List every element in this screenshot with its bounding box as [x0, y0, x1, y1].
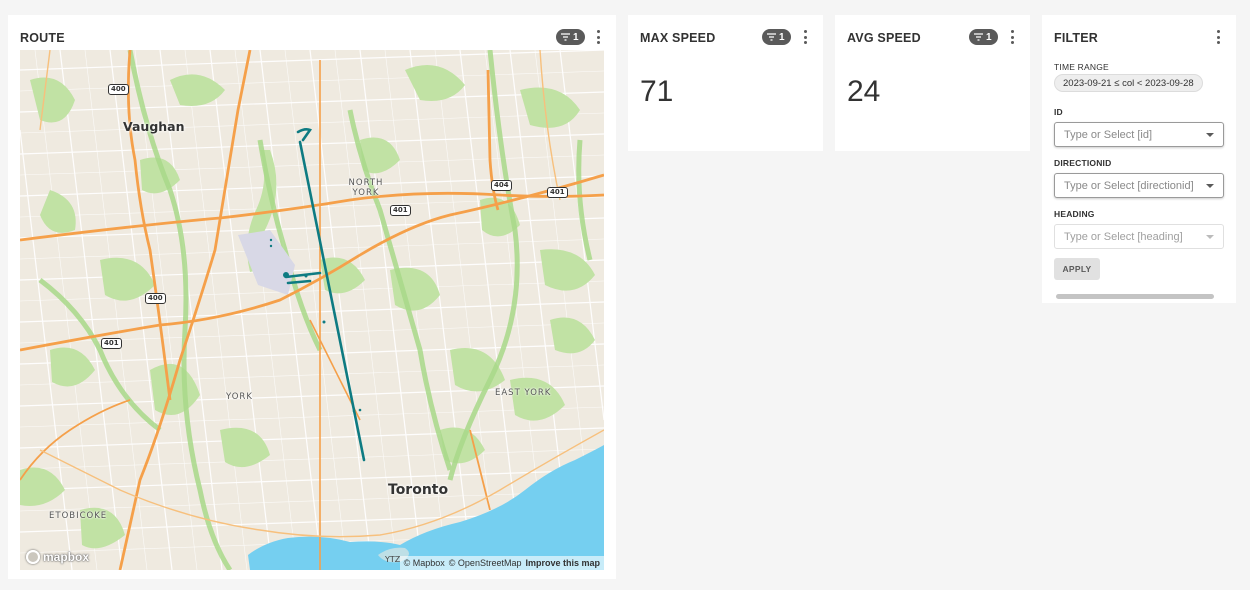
max-speed-title: MAX SPEED: [640, 31, 716, 45]
id-select[interactable]: Type or Select [id]: [1054, 122, 1224, 147]
more-menu-icon[interactable]: [594, 30, 602, 44]
mapbox-logo-icon: [26, 550, 40, 564]
filter-badge[interactable]: 1: [556, 29, 585, 45]
highway-shield-400: 400: [108, 84, 129, 95]
place-label-york: YORK: [226, 392, 253, 402]
directionid-select-placeholder: Type or Select [directionid]: [1064, 179, 1194, 192]
route-card-title: ROUTE: [20, 31, 65, 45]
filter-count: 1: [779, 31, 785, 43]
place-label-east-york: EAST YORK: [495, 388, 552, 398]
map-attribution: © Mapbox © OpenStreetMap Improve this ma…: [399, 556, 604, 570]
place-label-etobicoke: ETOBICOKE: [49, 511, 108, 521]
filter-icon: [767, 33, 776, 41]
id-label: ID: [1054, 107, 1063, 117]
id-select-placeholder: Type or Select [id]: [1064, 128, 1153, 141]
place-label-vaughan: Vaughan: [123, 119, 185, 134]
filter-badge[interactable]: 1: [762, 29, 791, 45]
highway-shield-401: 401: [101, 338, 122, 349]
chevron-down-icon: [1206, 133, 1214, 137]
directionid-select[interactable]: Type or Select [directionid]: [1054, 173, 1224, 198]
filter-icon: [974, 33, 983, 41]
time-range-label: TIME RANGE: [1054, 62, 1109, 72]
map-canvas[interactable]: [20, 50, 604, 570]
max-speed-value: 71: [640, 75, 674, 108]
more-menu-icon[interactable]: [1214, 30, 1222, 44]
avg-speed-value: 24: [847, 75, 881, 108]
heading-label: HEADING: [1054, 209, 1095, 219]
highway-shield-400: 400: [145, 293, 166, 304]
airport-label-ytz: YTZ: [385, 555, 401, 564]
route-card: ROUTE 1 Vaughan NORTH YORK YORK EAST YOR…: [8, 15, 616, 579]
time-range-chip[interactable]: 2023-09-21 ≤ col < 2023-09-28: [1054, 74, 1203, 92]
highway-shield-401: 401: [547, 187, 568, 198]
attribution-mapbox-link[interactable]: © Mapbox: [404, 558, 445, 568]
highway-shield-401: 401: [390, 205, 411, 216]
heading-select[interactable]: Type or Select [heading]: [1054, 224, 1224, 249]
avg-speed-title: AVG SPEED: [847, 31, 921, 45]
filter-count: 1: [573, 31, 579, 43]
filter-count: 1: [986, 31, 992, 43]
horizontal-scrollbar[interactable]: [1056, 294, 1214, 299]
more-menu-icon[interactable]: [1008, 30, 1016, 44]
avg-speed-card: AVG SPEED 1 24: [835, 15, 1030, 151]
apply-button[interactable]: APPLY: [1054, 258, 1100, 280]
mapbox-logo-text: mapbox: [43, 550, 90, 564]
filter-badge[interactable]: 1: [969, 29, 998, 45]
place-label-toronto: Toronto: [388, 482, 449, 498]
chevron-down-icon: [1206, 235, 1214, 239]
more-menu-icon[interactable]: [801, 30, 809, 44]
filter-icon: [561, 33, 570, 41]
route-map[interactable]: Vaughan NORTH YORK YORK EAST YORK Toront…: [20, 50, 604, 570]
chevron-down-icon: [1206, 184, 1214, 188]
directionid-label: DIRECTIONID: [1054, 158, 1112, 168]
filter-card: FILTER TIME RANGE 2023-09-21 ≤ col < 202…: [1042, 15, 1236, 303]
place-label-north-york: NORTH YORK: [348, 178, 384, 198]
attribution-osm-link[interactable]: © OpenStreetMap: [449, 558, 522, 568]
max-speed-card: MAX SPEED 1 71: [628, 15, 823, 151]
mapbox-logo[interactable]: mapbox: [26, 550, 89, 564]
filter-title: FILTER: [1054, 31, 1099, 45]
improve-map-link[interactable]: Improve this map: [525, 558, 600, 568]
highway-shield-404: 404: [491, 180, 512, 191]
heading-select-placeholder: Type or Select [heading]: [1064, 230, 1183, 243]
